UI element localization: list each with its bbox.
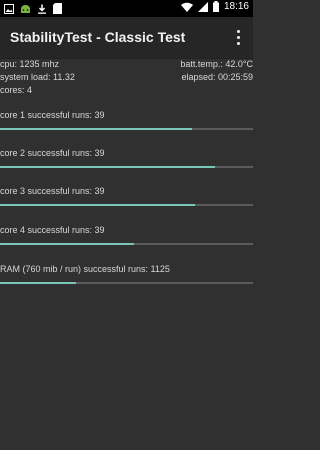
- download-icon: [38, 4, 46, 14]
- core-1-progress-fill: [0, 128, 193, 130]
- ram-label: RAM (760 mib / run) successful runs: 112…: [0, 264, 170, 274]
- core-2-label: core 2 successful runs: 39: [0, 148, 105, 158]
- core-1-label: core 1 successful runs: 39: [0, 110, 105, 120]
- ram-progress-fill: [0, 282, 76, 284]
- status-bar: 18:16: [0, 0, 253, 17]
- core-2-progress: [0, 166, 253, 168]
- app-title: StabilityTest - Classic Test: [10, 29, 186, 45]
- core-1-progress: [0, 128, 253, 130]
- battery-icon: [212, 1, 219, 12]
- system-load: system load: 11.32: [0, 72, 75, 82]
- gallery-icon: [4, 3, 14, 14]
- wifi-icon: [180, 2, 193, 12]
- cpu-frequency: cpu: 1235 mhz: [0, 59, 60, 69]
- sd-card-icon: [53, 3, 62, 14]
- signal-icon: [197, 1, 208, 12]
- core-2-progress-fill: [0, 166, 216, 168]
- core-4-progress-fill: [0, 243, 135, 245]
- battery-temperature: batt.temp.: 42.0°C: [180, 59, 253, 69]
- android-icon: [21, 4, 30, 13]
- app-bar: StabilityTest - Classic Test: [0, 17, 253, 59]
- core-4-progress: [0, 243, 253, 245]
- overflow-menu-icon[interactable]: [233, 27, 243, 47]
- core-3-label: core 3 successful runs: 39: [0, 186, 105, 196]
- core-3-progress: [0, 204, 253, 206]
- ram-progress: [0, 282, 253, 284]
- clock: 18:16: [223, 1, 249, 12]
- core-count: cores: 4: [0, 85, 33, 95]
- core-3-progress-fill: [0, 204, 195, 206]
- elapsed-time: elapsed: 00:25:59: [181, 72, 253, 82]
- core-4-label: core 4 successful runs: 39: [0, 225, 105, 235]
